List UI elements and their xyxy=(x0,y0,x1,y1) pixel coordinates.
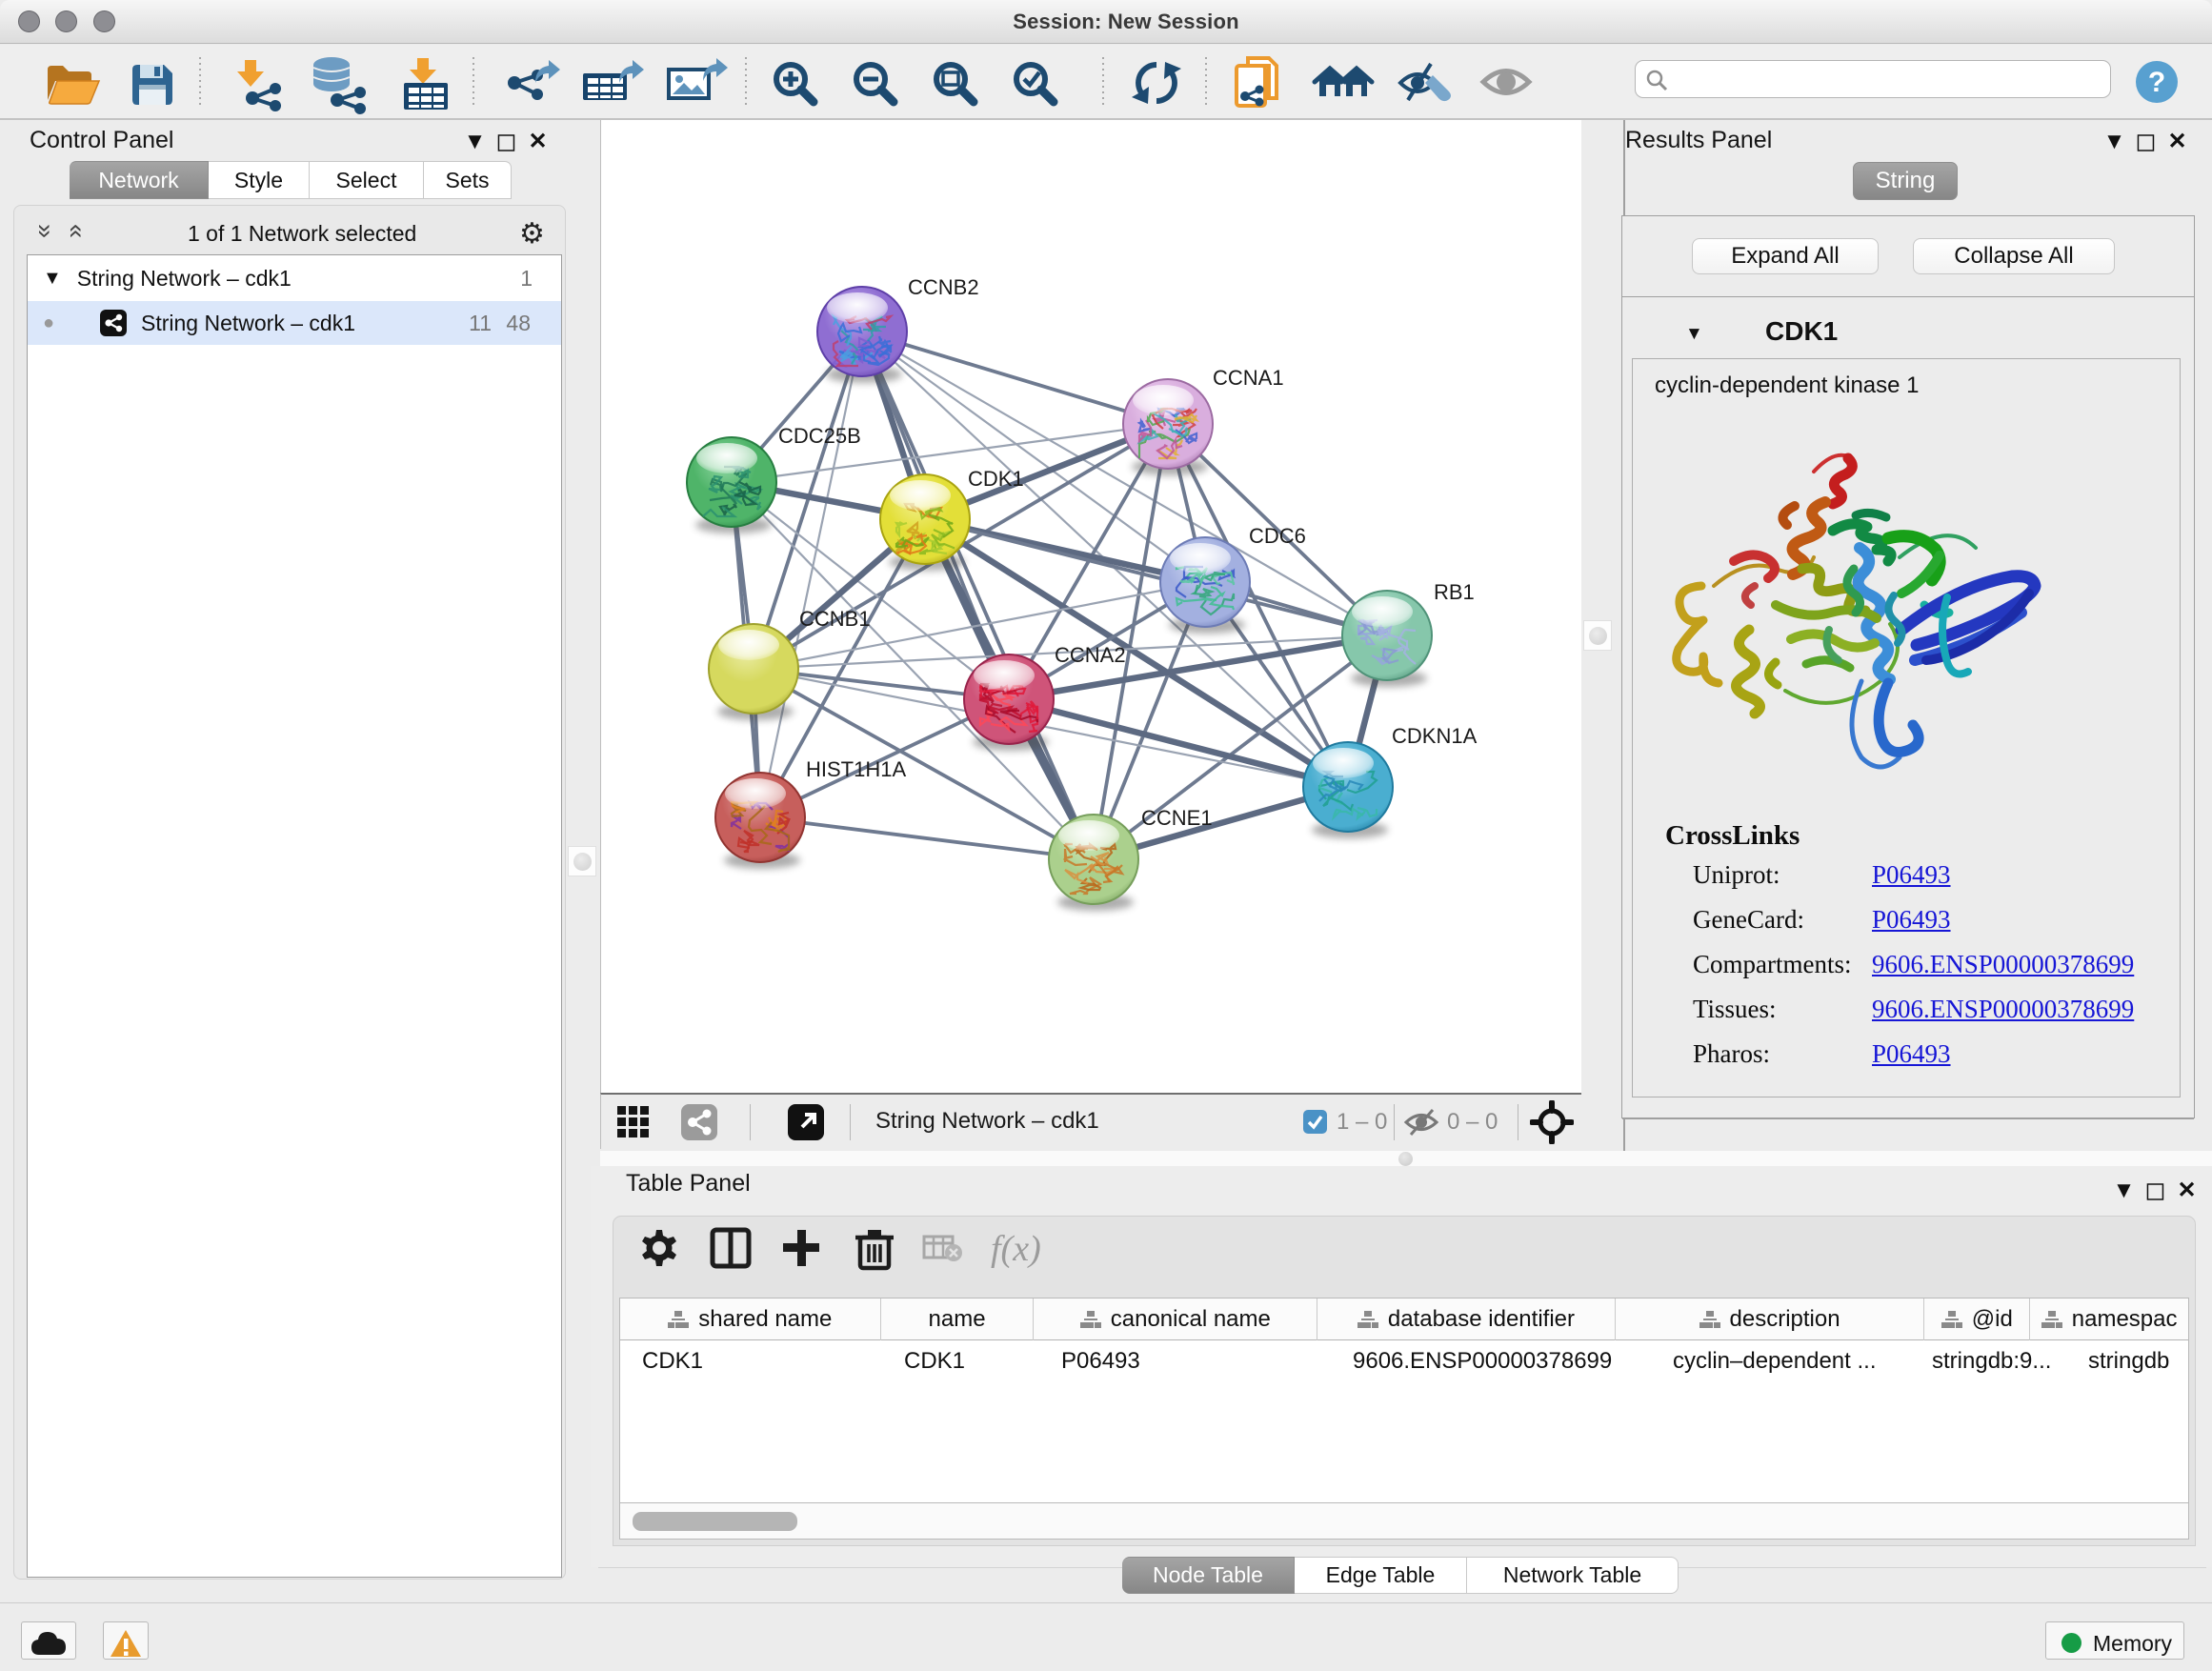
svg-text:CDC6: CDC6 xyxy=(1249,524,1306,548)
svg-text:RB1: RB1 xyxy=(1434,580,1475,604)
svg-text:CCNA2: CCNA2 xyxy=(1055,643,1126,667)
svg-text:CDK1: CDK1 xyxy=(968,467,1024,491)
svg-text:CCNB2: CCNB2 xyxy=(908,275,979,299)
svg-text:f(x): f(x) xyxy=(991,1229,1041,1269)
svg-text:CCNE1: CCNE1 xyxy=(1141,806,1213,830)
svg-text:CDKN1A: CDKN1A xyxy=(1392,724,1478,748)
svg-text:CCNA1: CCNA1 xyxy=(1213,366,1284,390)
svg-text:CDC25B: CDC25B xyxy=(778,424,861,448)
svg-text:CCNB1: CCNB1 xyxy=(799,607,871,631)
svg-text:HIST1H1A: HIST1H1A xyxy=(806,757,906,781)
svg-text:?: ? xyxy=(2148,67,2165,98)
